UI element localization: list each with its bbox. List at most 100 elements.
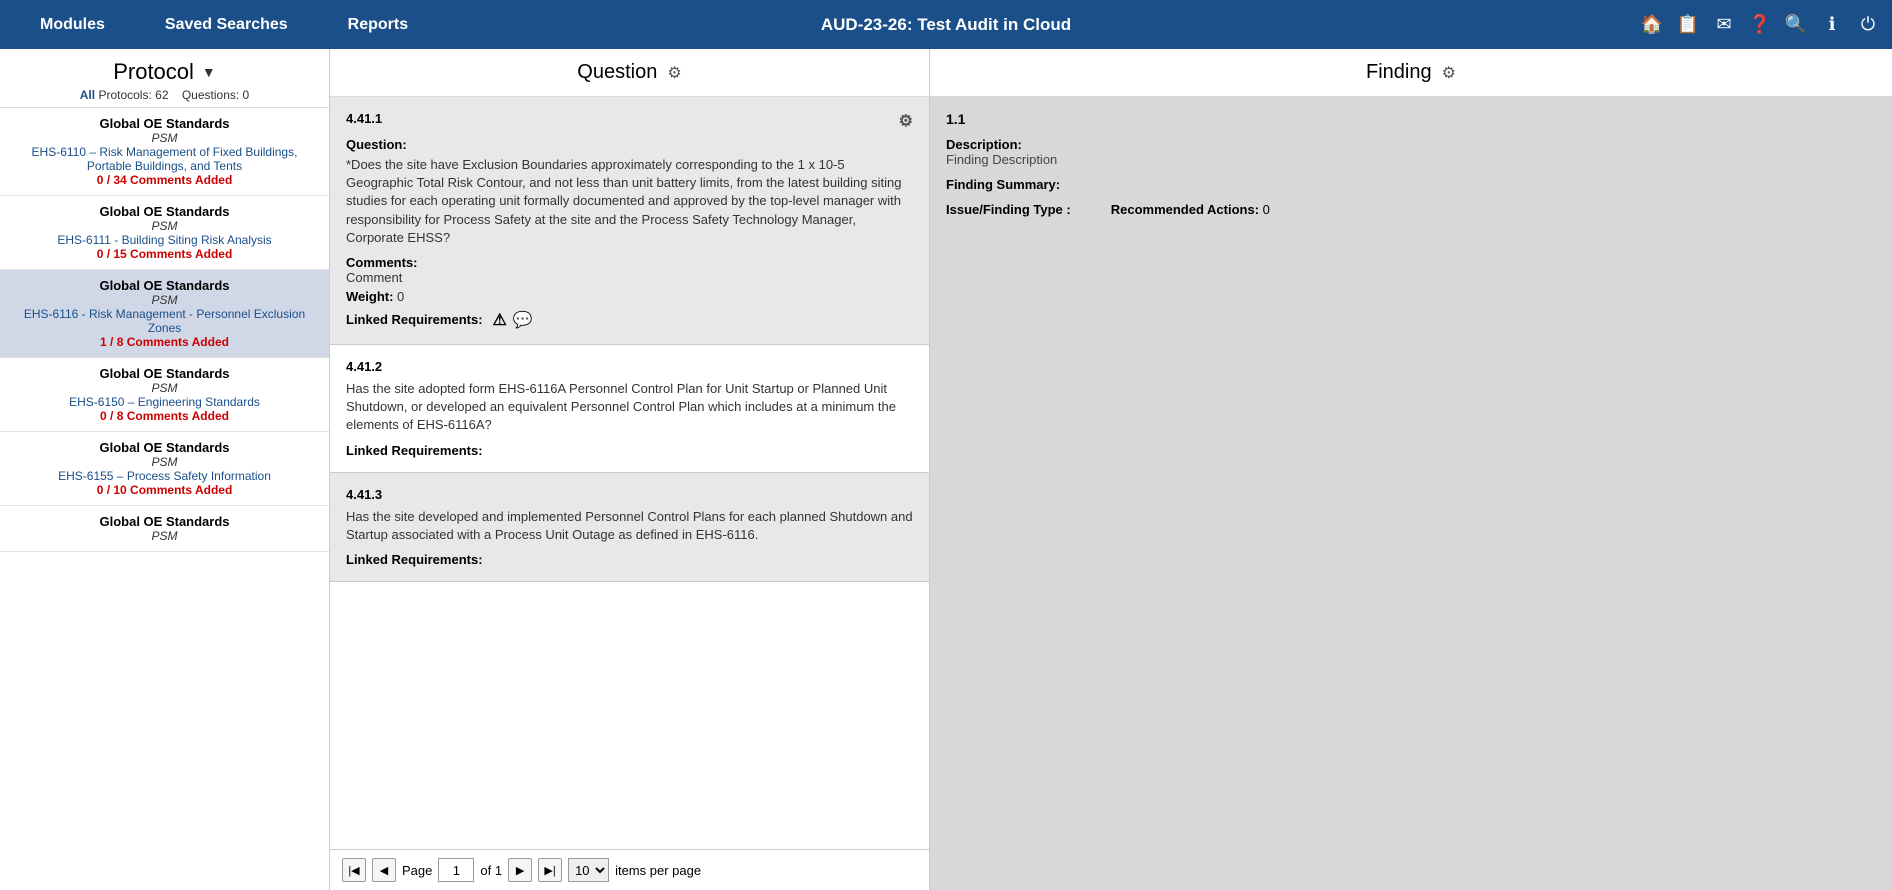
middle-panel: Question ⚙ 4.41.1 ⚙ Question: *Does the … [330, 49, 930, 890]
page-label: Page [402, 863, 432, 878]
protocol-group: Global OE Standards [12, 204, 317, 219]
comment-count: 0 / 10 Comments Added [97, 483, 233, 497]
linked-req-label: Linked Requirements: [346, 552, 483, 567]
first-page-button[interactable]: |◀ [342, 858, 366, 882]
protocol-psm: PSM [12, 131, 317, 145]
comment-count: 1 / 8 Comments Added [100, 335, 229, 349]
nav-saved-searches[interactable]: Saved Searches [135, 0, 318, 49]
protocol-item[interactable]: Global OE Standards PSM EHS-6110 – Risk … [0, 108, 329, 196]
finding-content: 1.1 Description: Finding Description Fin… [930, 97, 1892, 890]
protocol-list: Global OE Standards PSM EHS-6110 – Risk … [0, 108, 329, 890]
protocol-psm: PSM [12, 529, 317, 543]
question-title: Question [577, 61, 657, 84]
of-label: of 1 [480, 863, 502, 878]
question-number-row: 4.41.1 ⚙ [346, 111, 913, 131]
protocol-psm: PSM [12, 381, 317, 395]
protocol-item[interactable]: Global OE Standards PSM [0, 506, 329, 552]
question-gear-icon[interactable]: ⚙ [667, 63, 681, 83]
protocol-group: Global OE Standards [12, 514, 317, 529]
question-number: 4.41.1 [346, 111, 382, 126]
filter-icon[interactable]: ▼ [202, 64, 216, 80]
help-icon[interactable]: ❓ [1746, 11, 1774, 39]
prev-page-button[interactable]: ◀ [372, 858, 396, 882]
questions-list: 4.41.1 ⚙ Question: *Does the site have E… [330, 97, 929, 849]
linked-req-label: Linked Requirements: [346, 312, 483, 327]
protocol-name: EHS-6150 – Engineering Standards [12, 395, 317, 409]
protocol-comments: 0 / 8 Comments Added [12, 409, 317, 423]
protocol-item[interactable]: Global OE Standards PSM EHS-6150 – Engin… [0, 358, 329, 432]
list-icon[interactable]: 📋 [1674, 11, 1702, 39]
protocol-group: Global OE Standards [12, 366, 317, 381]
description-label: Description: [946, 137, 1876, 152]
per-page-select[interactable]: 10 25 50 [568, 858, 609, 882]
question-text: Has the site developed and implemented P… [346, 508, 913, 544]
last-page-button[interactable]: ▶| [538, 858, 562, 882]
items-per-page-label: items per page [615, 863, 701, 878]
nav-modules[interactable]: Modules [10, 0, 135, 49]
warning-icon[interactable]: ⚠ [493, 310, 507, 330]
home-icon[interactable]: 🏠 [1638, 11, 1666, 39]
protocols-count: Protocols: 62 [98, 88, 168, 102]
protocol-psm: PSM [12, 293, 317, 307]
linked-requirements: Linked Requirements: [346, 552, 913, 567]
weight-label: Weight: [346, 289, 393, 304]
protocol-group: Global OE Standards [12, 440, 317, 455]
question-label-field: Question: [346, 137, 913, 152]
linked-requirements: Linked Requirements: ⚠ 💬 [346, 310, 913, 330]
info-icon[interactable]: ℹ [1818, 11, 1846, 39]
comments-field: Comments: Comment [346, 255, 913, 285]
nav-reports[interactable]: Reports [318, 0, 438, 49]
search-icon[interactable]: 🔍 [1782, 11, 1810, 39]
finding-bottom-row: Issue/Finding Type : Recommended Actions… [946, 202, 1876, 217]
protocol-title: Protocol ▼ [10, 59, 319, 85]
link-icons: ⚠ 💬 [493, 310, 533, 330]
protocol-name: EHS-6155 – Process Safety Information [12, 469, 317, 483]
description-value: Finding Description [946, 152, 1876, 167]
comment-bubble-icon[interactable]: 💬 [513, 310, 533, 330]
questions-count: Questions: 0 [182, 88, 249, 102]
question-number: 4.41.2 [346, 359, 382, 374]
main-layout: Protocol ▼ All Protocols: 62 Questions: … [0, 49, 1892, 890]
question-block: 4.41.1 ⚙ Question: *Does the site have E… [330, 97, 929, 345]
question-field-label: Question: [346, 137, 407, 152]
protocol-counts: All Protocols: 62 Questions: 0 [10, 88, 319, 102]
nav-right: 🏠 📋 ✉ ❓ 🔍 ℹ ⏻ [1638, 11, 1882, 39]
protocol-item[interactable]: Global OE Standards PSM EHS-6155 – Proce… [0, 432, 329, 506]
linked-req-label: Linked Requirements: [346, 443, 483, 458]
logout-icon[interactable]: ⏻ [1854, 11, 1882, 39]
protocol-item[interactable]: Global OE Standards PSM EHS-6111 - Build… [0, 196, 329, 270]
weight-field: Weight: 0 [346, 289, 913, 304]
mail-icon[interactable]: ✉ [1710, 11, 1738, 39]
nav-left: Modules Saved Searches Reports [10, 0, 438, 49]
protocol-name: EHS-6110 – Risk Management of Fixed Buil… [12, 145, 317, 173]
protocol-name: EHS-6116 - Risk Management - Personnel E… [12, 307, 317, 335]
page-number-input[interactable] [438, 858, 474, 882]
protocol-comments: 1 / 8 Comments Added [12, 335, 317, 349]
next-page-button[interactable]: ▶ [508, 858, 532, 882]
protocol-comments: 0 / 34 Comments Added [12, 173, 317, 187]
recommended-count: 0 [1263, 202, 1270, 217]
right-panel: Finding ⚙ 1.1 Description: Finding Descr… [930, 49, 1892, 890]
comment-count: 0 / 34 Comments Added [97, 173, 233, 187]
protocol-header: Protocol ▼ All Protocols: 62 Questions: … [0, 49, 329, 108]
issue-label: Issue/Finding Type : [946, 202, 1071, 217]
protocol-comments: 0 / 15 Comments Added [12, 247, 317, 261]
summary-field: Finding Summary: [946, 177, 1876, 192]
description-field: Description: Finding Description [946, 137, 1876, 167]
protocol-comments: 0 / 10 Comments Added [12, 483, 317, 497]
comment-count: 0 / 15 Comments Added [97, 247, 233, 261]
recommended-field: Recommended Actions: 0 [1111, 202, 1270, 217]
share-icon[interactable]: ⚙ [899, 111, 913, 131]
all-protocols-link[interactable]: All [80, 88, 95, 102]
finding-gear-icon[interactable]: ⚙ [1442, 63, 1456, 83]
weight-value: 0 [397, 289, 404, 304]
question-number-row: 4.41.3 [346, 487, 913, 502]
protocol-item-selected[interactable]: Global OE Standards PSM EHS-6116 - Risk … [0, 270, 329, 358]
comments-label: Comments: [346, 255, 418, 270]
protocol-psm: PSM [12, 219, 317, 233]
protocol-psm: PSM [12, 455, 317, 469]
issue-field: Issue/Finding Type : [946, 202, 1071, 217]
question-block: 4.41.2 Has the site adopted form EHS-611… [330, 345, 929, 473]
finding-header: Finding ⚙ [930, 49, 1892, 97]
protocol-group: Global OE Standards [12, 278, 317, 293]
